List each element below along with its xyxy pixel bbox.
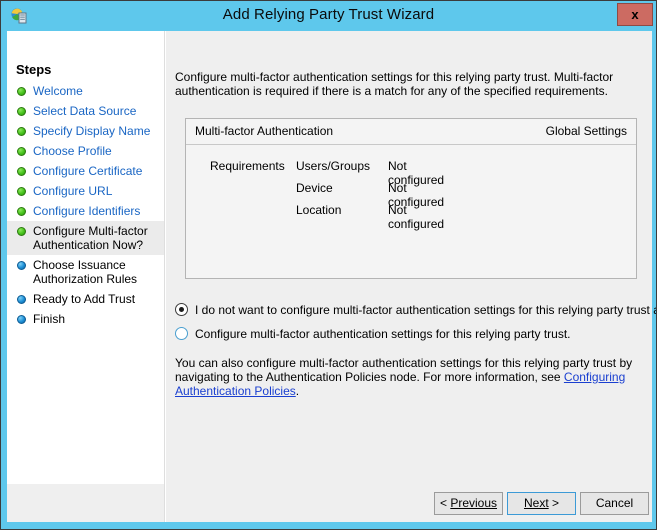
sidebar-item-label: Select Data Source: [33, 104, 137, 118]
radio-option-label: I do not want to configure multi-factor …: [195, 303, 657, 317]
sidebar-item-welcome[interactable]: Welcome: [7, 81, 164, 101]
radio-option-configure[interactable]: Configure multi-factor authentication se…: [175, 327, 571, 341]
step-bullet-done-icon: [17, 227, 26, 236]
sidebar-item-select-data-source[interactable]: Select Data Source: [7, 101, 164, 121]
window-title: Add Relying Party Trust Wizard: [222, 6, 435, 23]
sidebar-item-label: Choose Issuance Authorization Rules: [33, 258, 138, 286]
step-bullet-done-icon: [17, 207, 26, 216]
sidebar-item-choose-profile[interactable]: Choose Profile: [7, 141, 164, 161]
title-bar: Add Relying Party Trust Wizard x: [1, 1, 656, 31]
sidebar-item-specify-display-name[interactable]: Specify Display Name: [7, 121, 164, 141]
sidebar-item-label: Configure Identifiers: [33, 204, 141, 218]
sidebar-item-ready-to-add-trust[interactable]: Ready to Add Trust: [7, 289, 164, 309]
cancel-button[interactable]: Cancel: [580, 492, 649, 515]
sidebar-item-label: Ready to Add Trust: [33, 292, 136, 306]
step-bullet-done-icon: [17, 167, 26, 176]
client-area: Steps Welcome Select Data Source Specify…: [7, 31, 656, 522]
mfa-panel-scope: Global Settings: [545, 124, 627, 138]
sidebar-item-label: Configure Multi-factor Authentication No…: [33, 224, 148, 252]
sidebar-item-choose-issuance-authorization-rules[interactable]: Choose Issuance Authorization Rules: [7, 255, 164, 289]
next-button[interactable]: Next >: [507, 492, 576, 515]
sidebar-item-label: Welcome: [33, 84, 83, 98]
sidebar-item-configure-identifiers[interactable]: Configure Identifiers: [7, 201, 164, 221]
step-bullet-done-icon: [17, 107, 26, 116]
sidebar-item-label: Configure URL: [33, 184, 113, 198]
step-bullet-done-icon: [17, 147, 26, 156]
radio-option-do-not-configure[interactable]: I do not want to configure multi-factor …: [175, 303, 657, 317]
sidebar-item-label: Finish: [33, 312, 66, 326]
step-bullet-pending-icon: [17, 315, 26, 324]
multi-factor-authentication-panel: Multi-factor Authentication Global Setti…: [185, 118, 637, 279]
add-relying-party-trust-wizard-window: Add Relying Party Trust Wizard x Steps W…: [0, 0, 657, 530]
steps-heading: Steps: [16, 62, 52, 77]
requirement-value: Not configured: [388, 203, 445, 231]
next-button-label: Next: [523, 496, 549, 510]
sidebar-item-configure-multi-factor-authentication-now[interactable]: Configure Multi-factor Authentication No…: [7, 221, 164, 255]
step-bullet-pending-icon: [17, 295, 26, 304]
step-bullet-done-icon: [17, 87, 26, 96]
sidebar-item-configure-url[interactable]: Configure URL: [7, 181, 164, 201]
footer-button-bar: < Previous Next > Cancel: [166, 484, 652, 522]
requirement-name: Location: [296, 203, 342, 217]
requirement-name: Users/Groups: [296, 159, 371, 173]
steps-sidebar: Steps Welcome Select Data Source Specify…: [7, 31, 165, 484]
sidebar-item-label: Specify Display Name: [33, 124, 151, 138]
radio-option-label: Configure multi-factor authentication se…: [195, 327, 571, 341]
requirements-label: Requirements: [210, 159, 285, 173]
previous-button-label: Previous: [450, 496, 498, 510]
note-text-after: .: [295, 384, 300, 398]
radio-button-unselected[interactable]: [175, 327, 188, 340]
sidebar-footer: [7, 484, 165, 522]
mfa-panel-title: Multi-factor Authentication: [195, 124, 334, 138]
sidebar-item-configure-certificate[interactable]: Configure Certificate: [7, 161, 164, 181]
close-button[interactable]: x: [617, 3, 653, 26]
previous-button[interactable]: < Previous: [434, 492, 503, 515]
mfa-panel-header: Multi-factor Authentication Global Setti…: [186, 119, 636, 145]
sidebar-item-label: Choose Profile: [33, 144, 112, 158]
sidebar-item-finish[interactable]: Finish: [7, 309, 164, 329]
radio-button-selected[interactable]: [175, 303, 188, 316]
main-content: Configure multi-factor authentication se…: [166, 31, 656, 484]
mfa-panel-body: Requirements Users/Groups Not configured…: [186, 145, 636, 279]
note-text: You can also configure multi-factor auth…: [175, 356, 647, 398]
intro-text: Configure multi-factor authentication se…: [175, 70, 614, 98]
sidebar-item-label: Configure Certificate: [33, 164, 143, 178]
steps-list: Welcome Select Data Source Specify Displ…: [7, 81, 164, 329]
requirement-name: Device: [296, 181, 333, 195]
step-bullet-done-icon: [17, 127, 26, 136]
step-bullet-pending-icon: [17, 261, 26, 270]
step-bullet-done-icon: [17, 187, 26, 196]
